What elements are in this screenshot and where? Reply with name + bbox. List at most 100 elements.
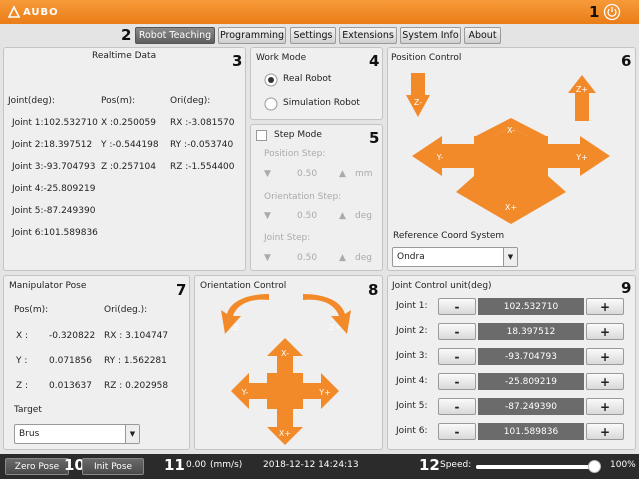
pos-x-minus-label: X- (507, 126, 515, 135)
speed-slider-handle[interactable] (588, 460, 601, 473)
ori-y-plus-arrow[interactable]: Y+ (303, 373, 339, 409)
joint-step-down-icon[interactable]: ▼ (264, 253, 271, 263)
pos-x-minus-arrow[interactable]: X- (466, 118, 556, 136)
realtime-pos-y: Y :-0.544198 (101, 140, 159, 150)
joint-step-value[interactable]: 0.50 (297, 253, 317, 263)
ori-y-minus-label: Y- (241, 388, 249, 397)
joint-4-minus-button[interactable]: - (438, 373, 476, 390)
manipulator-z-value: 0.013637 (49, 381, 92, 391)
joint-4-label: Joint 4: (396, 376, 428, 386)
tab-robot-teaching[interactable]: Robot Teaching (135, 27, 215, 44)
realtime-pos-z: Z :0.257104 (101, 162, 157, 172)
manipulator-z-label: Z : (16, 381, 29, 391)
step-mode-checkbox[interactable] (256, 130, 267, 141)
callout-11: 11 (164, 456, 185, 474)
pos-y-plus-label: Y+ (575, 153, 588, 162)
tcp-speed-value: 0.00 (186, 460, 207, 470)
callout-12: 12 (419, 456, 440, 474)
tcp-speed-unit: (mm/s) (210, 460, 243, 470)
pos-x-plus-arrow[interactable]: X+ (456, 176, 566, 224)
target-value: Brus (19, 429, 40, 439)
tab-about[interactable]: About (464, 27, 501, 44)
joint-6-minus-button[interactable]: - (438, 423, 476, 440)
joint-6-plus-button[interactable]: + (586, 423, 624, 440)
tab-system-info[interactable]: System Info (400, 27, 461, 44)
target-select[interactable]: Brus ▼ (14, 424, 140, 444)
ori-x-plus-label: X+ (279, 429, 291, 438)
work-mode-panel: Work Mode 4 Real Robot Simulation Robot (250, 47, 383, 120)
realtime-joint-6: Joint 6:101.589836 (12, 228, 98, 238)
pos-z-minus-arrow[interactable]: Z- (406, 73, 430, 117)
joint-6-label: Joint 6: (396, 426, 428, 436)
pos-y-minus-arrow[interactable]: Y- (412, 136, 474, 176)
reference-coord-label: Reference Coord System (393, 231, 505, 241)
joint-1-minus-button[interactable]: - (438, 298, 476, 315)
joint-6-value: 101.589836 (478, 423, 584, 440)
ori-y-minus-arrow[interactable]: Y- (231, 373, 267, 409)
joint-step-up-icon[interactable]: ▲ (339, 253, 346, 263)
joint-3-minus-button[interactable]: - (438, 348, 476, 365)
radio-simulation-robot[interactable] (264, 97, 278, 111)
pos-z-plus-arrow[interactable]: Z+ (568, 75, 596, 121)
speed-label: Speed: (440, 460, 472, 470)
logo-text: AUBO (23, 6, 59, 18)
ori-x-plus-arrow[interactable]: X+ (267, 409, 303, 445)
callout-3: 3 (232, 52, 243, 70)
target-label: Target (14, 405, 42, 415)
position-step-down-icon[interactable]: ▼ (264, 169, 271, 179)
orientation-step-up-icon[interactable]: ▲ (339, 211, 346, 221)
orientation-step-value[interactable]: 0.50 (297, 211, 317, 221)
speed-slider-track[interactable] (476, 465, 600, 469)
ori-x-minus-arrow[interactable]: X- (267, 338, 303, 374)
position-step-up-icon[interactable]: ▲ (339, 169, 346, 179)
joint-3-plus-button[interactable]: + (586, 348, 624, 365)
joint-control-title: Joint Control unit(deg) (392, 281, 492, 291)
joint-1-plus-button[interactable]: + (586, 298, 624, 315)
orientation-control-panel: Orientation Control 8 Z- Z+ X- Y- Y+ X+ (194, 275, 383, 450)
pos-header: Pos(m): (101, 96, 136, 106)
joint-2-plus-button[interactable]: + (586, 323, 624, 340)
ori-z-plus-arrow[interactable]: Z+ (301, 294, 351, 336)
position-step-value[interactable]: 0.50 (297, 169, 317, 179)
reference-coord-value: Ondra (397, 252, 425, 262)
joint-5-plus-button[interactable]: + (586, 398, 624, 415)
work-mode-title: Work Mode (256, 53, 307, 63)
step-mode-panel: Step Mode 5 Position Step: ▼ 0.50 ▲ mm O… (250, 124, 383, 271)
manipulator-title: Manipulator Pose (9, 281, 87, 291)
title-bar: AUBO 1 (0, 0, 639, 24)
realtime-joint-5: Joint 5:-87.249390 (12, 206, 96, 216)
aubo-logo: AUBO (7, 5, 59, 19)
joint-5-value: -87.249390 (478, 398, 584, 415)
realtime-pos-x: X :0.250059 (101, 118, 157, 128)
manipulator-rx-value: RX : 3.104747 (104, 331, 169, 341)
joint-2-minus-button[interactable]: - (438, 323, 476, 340)
orientation-step-down-icon[interactable]: ▼ (264, 211, 271, 221)
pos-y-plus-arrow[interactable]: Y+ (548, 136, 610, 176)
manipulator-ry-value: RY : 1.562281 (104, 356, 167, 366)
joint-4-plus-button[interactable]: + (586, 373, 624, 390)
callout-5: 5 (369, 129, 380, 147)
realtime-data-panel: Realtime Data 3 Joint(deg): Pos(m): Ori(… (3, 47, 246, 271)
init-pose-button[interactable]: Init Pose (82, 458, 144, 475)
tab-extensions[interactable]: Extensions (339, 27, 397, 44)
power-icon[interactable] (603, 3, 621, 21)
joint-5-minus-button[interactable]: - (438, 398, 476, 415)
tab-settings[interactable]: Settings (290, 27, 336, 44)
callout-7: 7 (176, 281, 187, 299)
joint-1-label: Joint 1: (396, 301, 428, 311)
realtime-ori-ry: RY :-0.053740 (170, 140, 234, 150)
ori-z-minus-arrow[interactable]: Z- (221, 294, 271, 336)
callout-1: 1 (589, 3, 600, 21)
position-control-title: Position Control (391, 53, 462, 63)
position-step-label: Position Step: (264, 149, 326, 159)
realtime-joint-4: Joint 4:-25.809219 (12, 184, 96, 194)
radio-real-robot[interactable] (264, 73, 278, 87)
manipulator-ori-header: Ori(deg.): (104, 305, 148, 315)
zero-pose-button[interactable]: Zero Pose (5, 458, 69, 475)
joint-3-label: Joint 3: (396, 351, 428, 361)
manipulator-x-value: -0.320822 (49, 331, 96, 341)
reference-coord-select[interactable]: Ondra ▼ (392, 247, 518, 267)
datetime: 2018-12-12 14:24:13 (263, 460, 359, 470)
tab-programming[interactable]: Programming (218, 27, 286, 44)
pos-center-block (474, 136, 548, 176)
